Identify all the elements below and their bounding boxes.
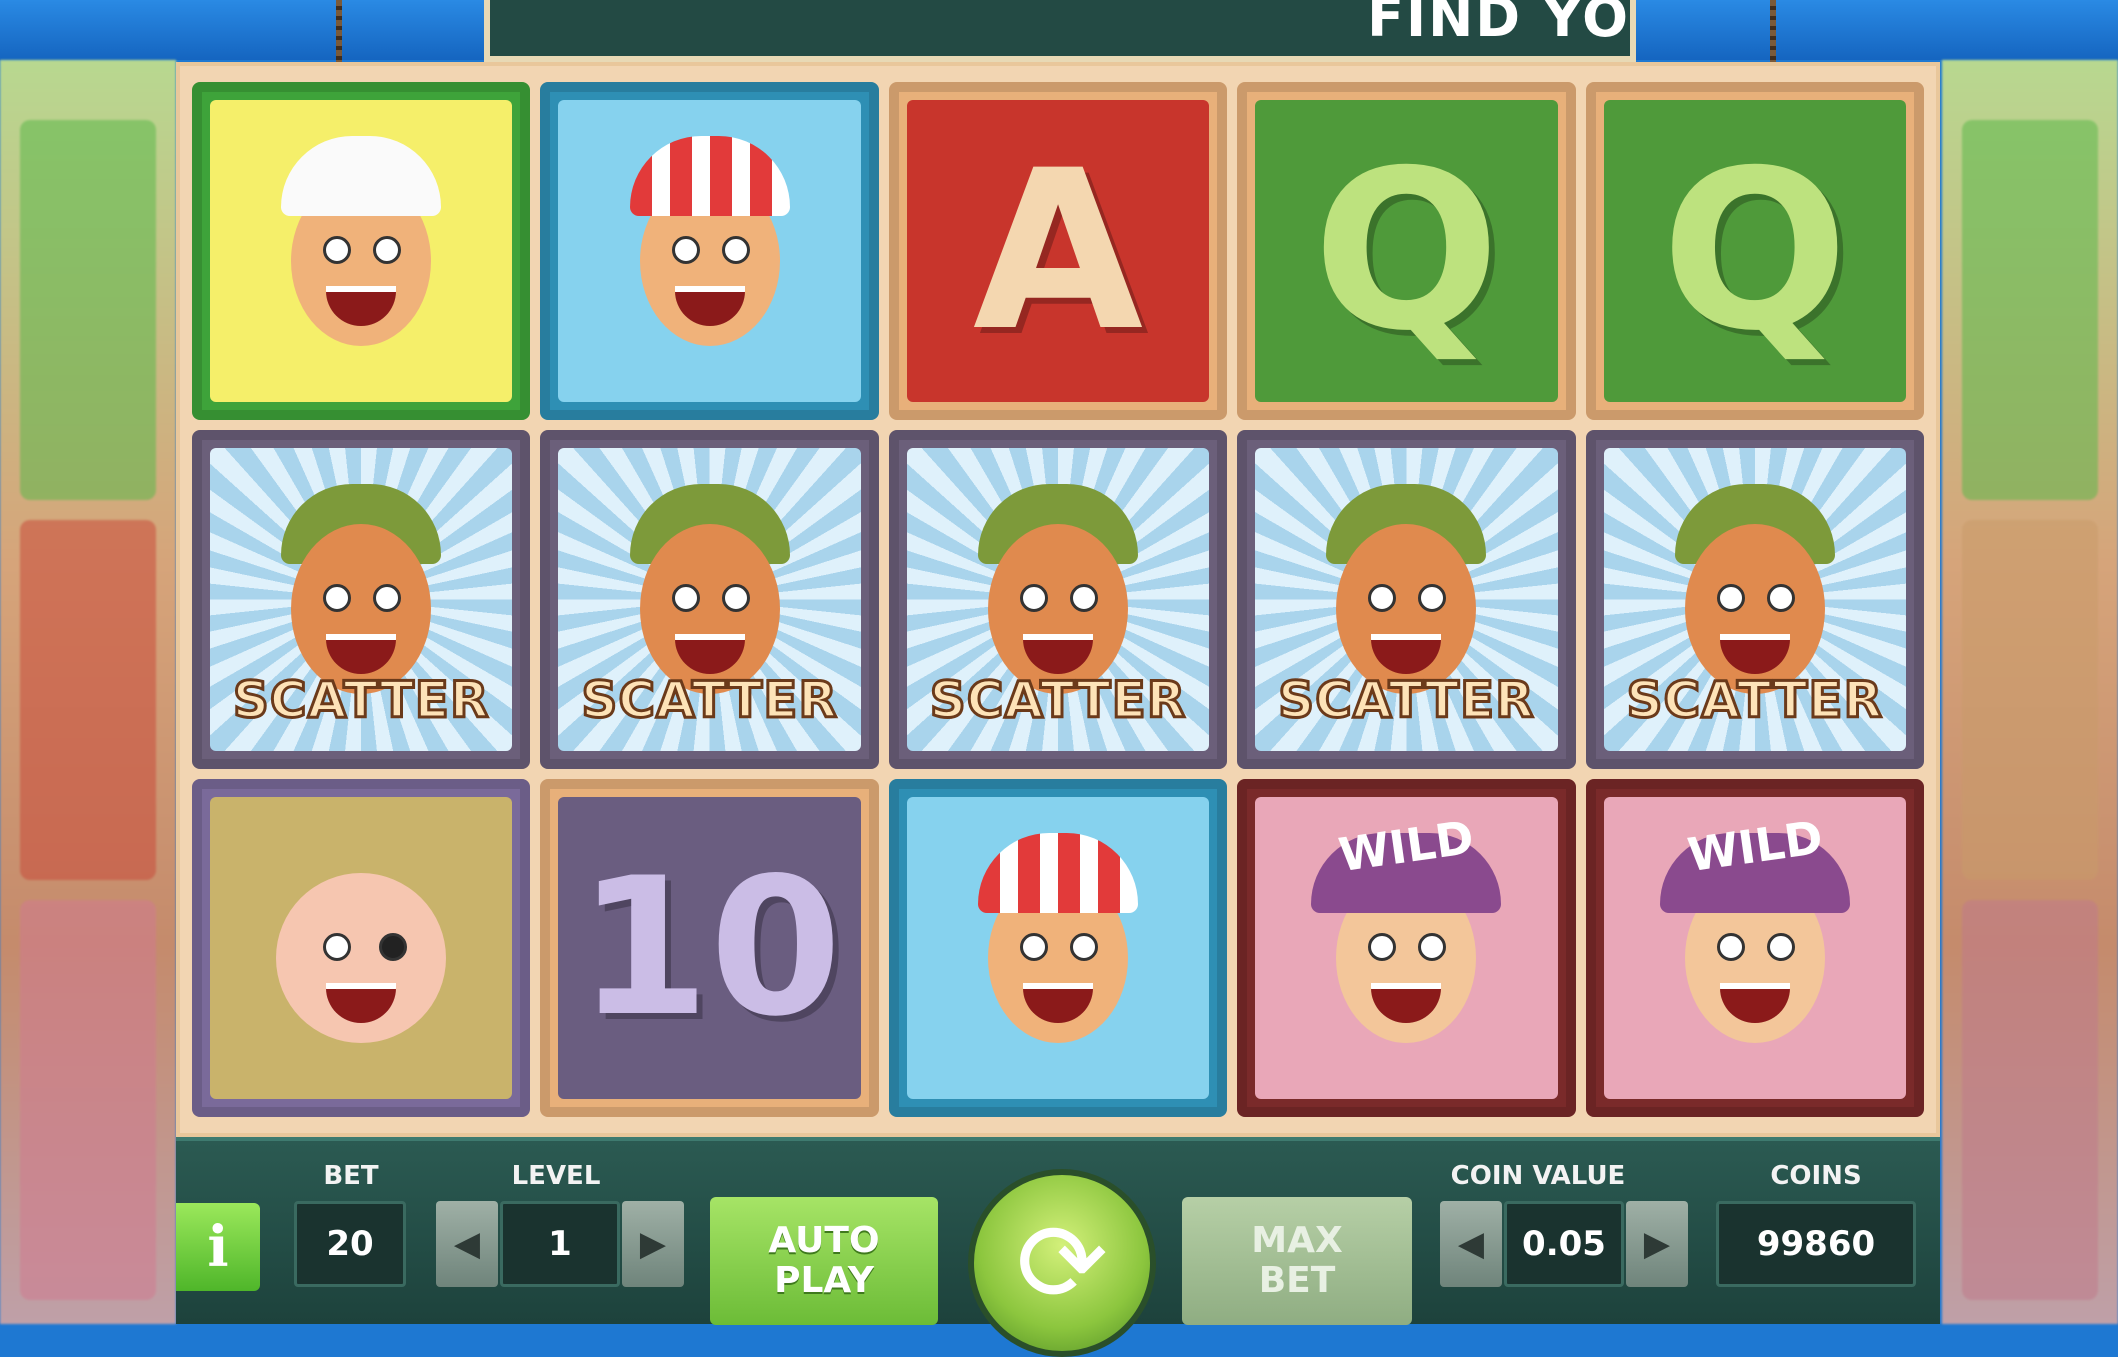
duck-hat-kid-icon (958, 832, 1158, 1063)
level-decrease-button[interactable]: ◀ (436, 1201, 498, 1287)
ten-letter: 10 (577, 836, 842, 1058)
reel-grid: A Q Q SCATTER SCATTER SCATTER SCATTER SC… (192, 82, 1924, 1117)
symbol-scatter: SCATTER (1237, 430, 1576, 769)
coins-label: COINS (1770, 1161, 1862, 1191)
chevron-right-icon: ▶ (639, 1225, 667, 1263)
chevron-left-icon: ◀ (453, 1225, 481, 1263)
scatter-label: SCATTER (1625, 669, 1884, 730)
scatter-label: SCATTER (231, 669, 490, 730)
ace-letter: A (972, 123, 1144, 380)
coin-value-label: COIN VALUE (1450, 1161, 1626, 1191)
symbol-ten: 10 (540, 778, 879, 1117)
bet-value: 20 (294, 1201, 406, 1287)
symbol-queen: Q (1237, 82, 1576, 421)
banner-rope-left (336, 0, 342, 62)
coin-value-decrease-button[interactable]: ◀ (1440, 1201, 1502, 1287)
autoplay-button[interactable]: AUTO PLAY (710, 1197, 938, 1325)
banner-text: FIND YO (1367, 0, 1630, 49)
level-label: LEVEL (511, 1161, 601, 1191)
eyepatch-kid-icon (261, 833, 461, 1063)
autoplay-label-2: PLAY (774, 1260, 874, 1301)
level-value: 1 (500, 1201, 620, 1287)
control-panel: i BET 20 LEVEL ◀ 1 ▶ AUTO PLAY ⟳ MAX BET C… (176, 1137, 1940, 1357)
scatter-label: SCATTER (928, 669, 1187, 730)
scatter-label: SCATTER (1277, 669, 1536, 730)
symbol-ace: A (888, 82, 1228, 421)
chevron-left-icon: ◀ (1457, 1225, 1485, 1263)
nurse-kid-icon (261, 136, 461, 366)
symbol-scatter: SCATTER (540, 430, 879, 769)
symbol-eyepatch-kid (192, 778, 531, 1117)
bet-label: BET (323, 1161, 379, 1191)
background-left (0, 60, 176, 1324)
autoplay-label-1: AUTO (768, 1220, 880, 1261)
symbol-duck-hat-kid (888, 778, 1228, 1117)
coin-value: 0.05 (1504, 1201, 1624, 1287)
maxbet-label-2: BET (1258, 1260, 1336, 1301)
maxbet-label-1: MAX (1251, 1220, 1343, 1261)
symbol-wild: WILD (1585, 778, 1924, 1117)
queen-letter: Q (1661, 123, 1849, 380)
chevron-right-icon: ▶ (1643, 1225, 1671, 1263)
symbol-scatter: SCATTER (1585, 430, 1924, 769)
banner-rope-right (1770, 0, 1776, 62)
queen-letter: Q (1312, 123, 1500, 380)
reel-frame: A Q Q SCATTER SCATTER SCATTER SCATTER SC… (176, 62, 1940, 1137)
background-right (1942, 60, 2118, 1324)
duck-hat-kid-icon (610, 136, 810, 366)
scatter-label: SCATTER (580, 669, 839, 730)
refresh-arrows-icon: ⟳ (1015, 1202, 1109, 1325)
symbol-duck-hat-kid (540, 82, 879, 421)
symbol-wild: WILD (1237, 778, 1576, 1117)
symbol-nurse-kid (192, 82, 531, 421)
coin-value-increase-button[interactable]: ▶ (1626, 1201, 1688, 1287)
info-button[interactable]: i (176, 1203, 260, 1291)
symbol-scatter: SCATTER (888, 430, 1228, 769)
title-banner: FIND YO (484, 0, 1636, 62)
level-increase-button[interactable]: ▶ (622, 1201, 684, 1287)
symbol-queen: Q (1585, 82, 1924, 421)
coins-value: 99860 (1716, 1201, 1916, 1287)
spin-button[interactable]: ⟳ (968, 1169, 1156, 1357)
max-bet-button[interactable]: MAX BET (1182, 1197, 1412, 1325)
symbol-scatter: SCATTER (192, 430, 531, 769)
